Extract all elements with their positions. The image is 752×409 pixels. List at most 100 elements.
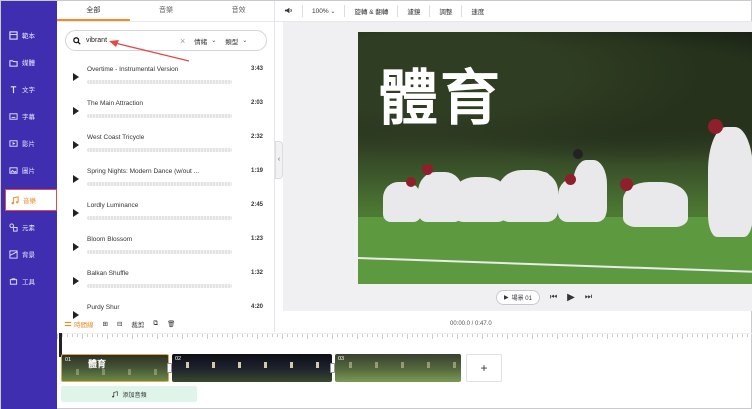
ruler-tick [592,334,593,337]
ruler-tick [287,334,288,337]
ruler-tick [712,334,713,337]
clear-icon[interactable]: × [180,36,185,46]
ruler-tick [62,334,63,337]
ruler-tick [747,334,748,337]
add-icon[interactable]: ⊞ [103,320,108,328]
clip-text: 體育 [88,359,107,369]
ruler-tick [297,334,298,337]
background-icon [9,249,18,259]
list-item[interactable]: The Main Attraction 2:03 [69,96,267,126]
delete-icon[interactable]: 🗑 [167,320,175,328]
ruler-tick [577,334,578,337]
play-icon[interactable] [73,175,79,183]
collapse-panel-button[interactable]: ‹ [275,141,283,179]
ruler-tick [417,334,418,337]
list-item[interactable]: Balkan Shuffle 1:32 [69,266,267,296]
nav-item-label: 元素 [22,225,35,232]
timeline-label: 時間線 [74,322,94,329]
play-icon[interactable] [73,209,79,217]
nav-item-label: 背景 [22,252,35,259]
text-icon [10,85,17,93]
ruler-tick [87,334,88,337]
ruler-tick [562,334,563,337]
ruler-tick [332,334,333,339]
ruler-tick [402,334,403,337]
nav-item-elements[interactable]: 元素 [1,216,57,238]
ruler-tick [552,334,553,337]
list-item[interactable]: Lordly Luminance 2:45 [69,198,267,228]
play-icon[interactable] [73,141,79,149]
scene-selector[interactable]: ▶ 場景 01 [496,289,540,305]
waveform [87,182,232,186]
ruler-tick [112,334,113,337]
ruler-tick [202,334,203,337]
list-item[interactable]: Spring Nights: Modern Dance (w/out ... 1… [69,164,267,194]
volume-icon[interactable] [275,6,302,17]
play-icon[interactable] [73,107,79,115]
tab-sound-effects[interactable]: 音效 [202,1,275,21]
ruler-tick [237,334,238,337]
ruler-tick [122,334,123,337]
rotate-flip-button[interactable]: 旋轉 & 翻轉 [345,6,397,16]
zoom-dropdown[interactable]: 100% ⌄ [303,8,344,15]
timeline-clip[interactable]: 03 [335,354,461,382]
track-duration: 1:23 [250,236,263,242]
nav-item-music[interactable]: 音樂 [5,189,57,211]
genre-filter-dropdown[interactable]: 類型 ⌄ [225,36,247,46]
play-icon[interactable] [73,73,79,81]
chevron-down-icon: ⌄ [211,38,217,44]
genre-filter-label: 類型 [225,38,239,46]
video-preview[interactable]: 體育 [358,32,752,284]
play-icon[interactable] [73,243,79,251]
play-button[interactable]: ▶ [567,292,575,303]
nav-item-background[interactable]: 背景 [1,243,57,265]
add-clip-button[interactable]: + [466,354,502,382]
list-item[interactable]: Bloom Blossom 1:23 [69,232,267,262]
crop-button[interactable]: 裁剪 [131,319,144,329]
tab-music[interactable]: 音樂 [130,1,203,21]
timeline-clip[interactable]: 02 [172,354,332,382]
duplicate-icon[interactable]: ⧉ [153,320,158,328]
add-audio-track[interactable]: 添加音頻 [61,386,197,402]
ruler-tick [247,334,248,337]
chevron-down-icon: ⌄ [242,38,248,44]
list-item[interactable]: Overtime - Instrumental Version 3:43 [69,62,267,92]
ruler-tick [372,334,373,337]
skip-back-icon[interactable]: ⏮ [550,292,557,302]
timeline-ruler[interactable] [57,333,752,351]
search-input[interactable]: vibrant [86,37,174,44]
ruler-tick [317,334,318,337]
timeline-clip[interactable]: 01 體育 [61,354,169,382]
nav-item-tools[interactable]: 工具 [1,270,57,292]
waveform [87,148,232,152]
nav-item-text[interactable]: 文字 [1,78,57,100]
nav-item-subtitles[interactable]: 字幕 [1,105,57,127]
play-icon: ▶ [504,294,509,301]
list-item[interactable]: West Coast Tricycle 2:32 [69,130,267,160]
filter-button[interactable]: 濾鏡 [398,6,429,16]
player-controls: ▶ 場景 01 ⏮ ▶ ⏭ [496,289,616,305]
mood-filter-dropdown[interactable]: 情緒 ⌄ [194,36,216,46]
play-icon[interactable] [73,277,79,285]
nav-item-templates[interactable]: 範本 [1,24,57,46]
edit-toolbar: 100% ⌄ 旋轉 & 翻轉 濾鏡 調整 速度 [275,1,752,22]
timeline-toggle-button[interactable]: 時間線 [64,319,94,329]
speed-button[interactable]: 速度 [462,6,493,16]
ruler-tick [422,334,423,337]
ruler-tick [722,334,723,337]
ruler-tick [492,334,493,337]
player-figure [573,160,607,220]
adjust-button[interactable]: 調整 [430,6,461,16]
nav-item-label: 範本 [22,33,35,40]
waveform [87,114,232,118]
nav-item-images[interactable]: 圖片 [1,159,57,181]
skip-forward-icon[interactable]: ⏭ [585,292,592,302]
tab-all[interactable]: 全部 [57,1,130,21]
nav-item-video[interactable]: 影片 [1,132,57,154]
ruler-tick [97,334,98,337]
split-icon[interactable]: ⊟ [117,320,122,328]
track-duration: 3:43 [250,66,263,72]
nav-item-media[interactable]: 媒體 [1,51,57,73]
video-title-text[interactable]: 體育 [378,50,502,137]
ruler-tick [212,334,213,337]
